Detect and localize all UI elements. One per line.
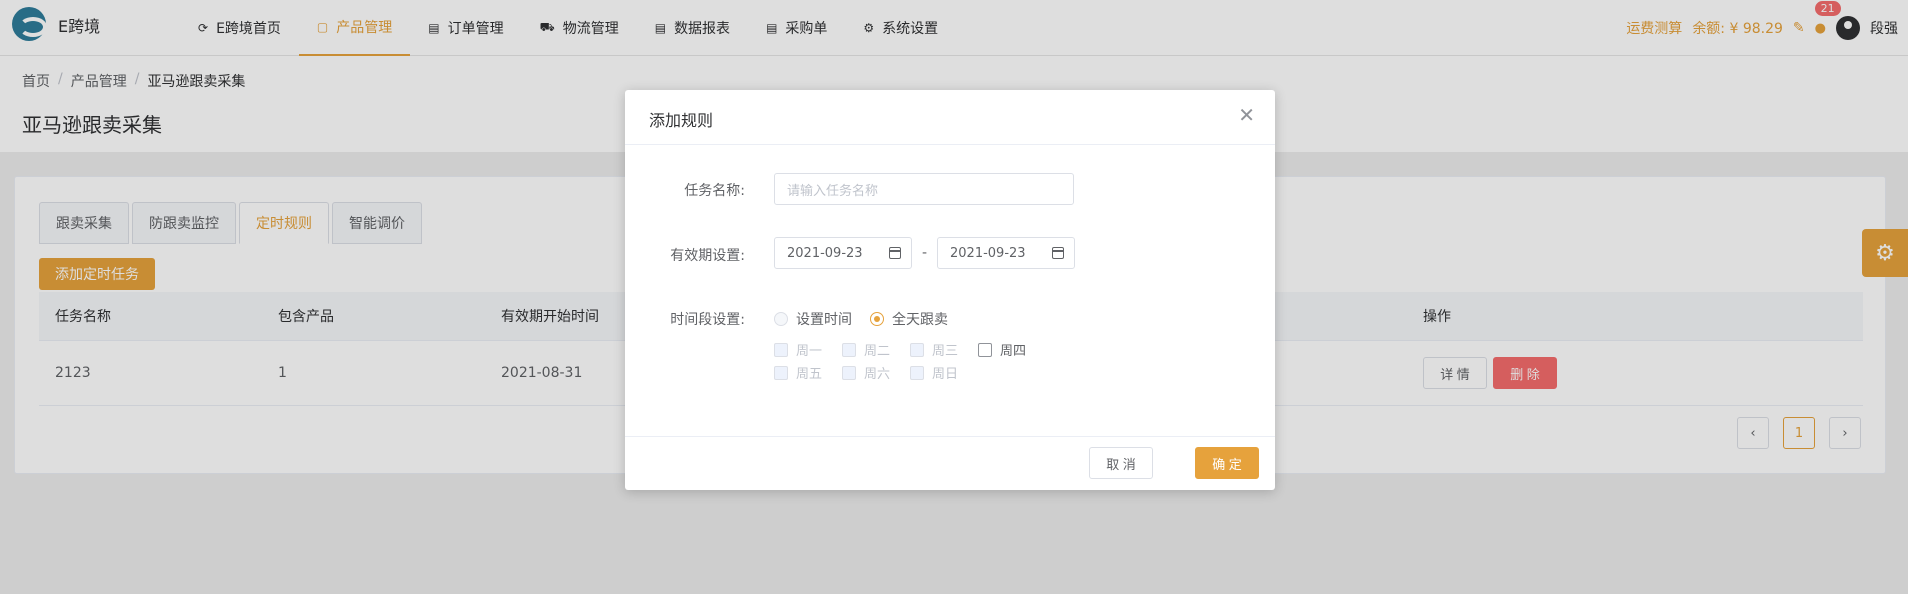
checkbox-sun[interactable]: 周日 bbox=[910, 363, 978, 382]
checkbox-thu[interactable]: 周四 bbox=[978, 340, 1046, 359]
close-icon[interactable]: ✕ bbox=[1238, 105, 1255, 125]
checkbox-box bbox=[774, 365, 788, 380]
weekday-checkboxes: 周一 周二 周三 周四 周五 周六 周日 bbox=[774, 340, 1046, 382]
period-radio-group: 设置时间 全天跟卖 bbox=[774, 309, 948, 329]
checkbox-box bbox=[774, 342, 788, 357]
validity-label: 有效期设置: bbox=[670, 248, 745, 264]
calendar-icon bbox=[889, 247, 901, 259]
dialog-header: 添加规则 ✕ bbox=[625, 90, 1275, 145]
radio-dot bbox=[774, 312, 788, 326]
checkbox-mon[interactable]: 周一 bbox=[774, 340, 842, 359]
period-label: 时间段设置: bbox=[670, 312, 745, 328]
start-date-input[interactable]: 2021-09-23 bbox=[774, 237, 912, 269]
checkbox-box bbox=[842, 365, 856, 380]
end-date-input[interactable]: 2021-09-23 bbox=[937, 237, 1075, 269]
task-name-input[interactable]: 请输入任务名称 bbox=[774, 173, 1074, 205]
checkbox-tue[interactable]: 周二 bbox=[842, 340, 910, 359]
calendar-icon bbox=[1052, 247, 1064, 259]
checkbox-box bbox=[910, 342, 924, 357]
date-range-separator: - bbox=[922, 245, 928, 261]
checkbox-box bbox=[978, 342, 992, 357]
cancel-button[interactable]: 取 消 bbox=[1089, 447, 1153, 479]
radio-all-day[interactable]: 全天跟卖 bbox=[870, 309, 948, 329]
checkbox-box bbox=[842, 342, 856, 357]
checkbox-fri[interactable]: 周五 bbox=[774, 363, 842, 382]
confirm-button[interactable]: 确 定 bbox=[1195, 447, 1259, 479]
end-date-value: 2021-09-23 bbox=[950, 245, 1026, 261]
radio-dot bbox=[870, 312, 884, 326]
checkbox-wed[interactable]: 周三 bbox=[910, 340, 978, 359]
start-date-value: 2021-09-23 bbox=[787, 245, 863, 261]
checkbox-sat[interactable]: 周六 bbox=[842, 363, 910, 382]
dialog-title: 添加规则 bbox=[649, 111, 714, 130]
task-name-label: 任务名称: bbox=[684, 183, 745, 199]
radio-set-time[interactable]: 设置时间 bbox=[774, 309, 852, 329]
dialog-footer: 取 消 确 定 bbox=[625, 436, 1275, 490]
add-rule-dialog: 添加规则 ✕ 任务名称: 请输入任务名称 有效期设置: 2021-09-23 -… bbox=[625, 90, 1275, 490]
checkbox-box bbox=[910, 365, 924, 380]
